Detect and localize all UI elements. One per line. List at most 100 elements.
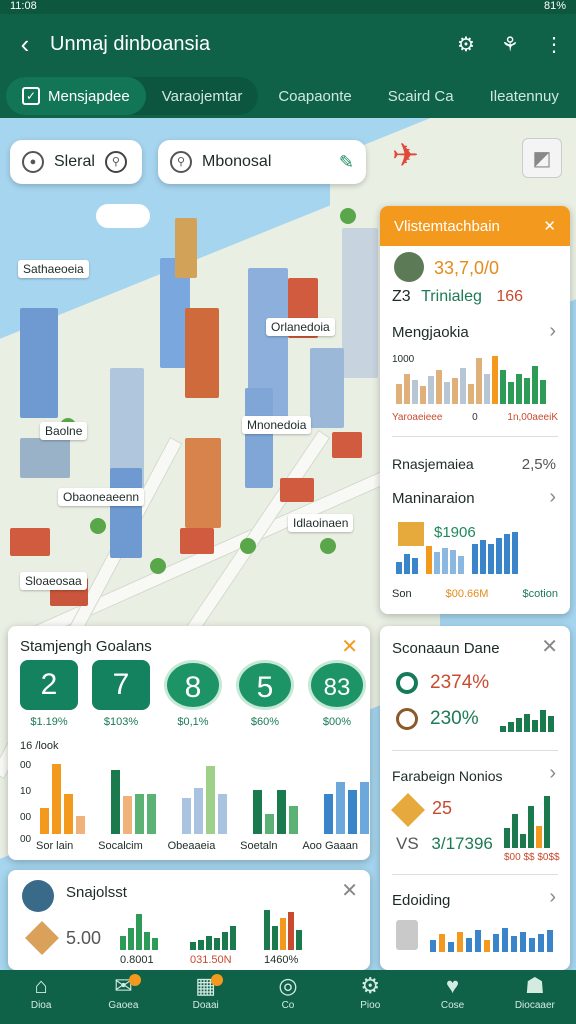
stat-item[interactable]: 2 $1.19%	[20, 660, 78, 728]
notification-badge	[210, 974, 223, 986]
panel-header: Vlistemtachbain ✕	[380, 206, 570, 246]
section-title[interactable]: Maninaraion	[392, 490, 475, 507]
nav-label: Gaoea	[108, 1000, 139, 1011]
profile-title: Snajolsst	[66, 884, 127, 901]
chevron-right-icon[interactable]: ›	[549, 762, 556, 785]
avatar	[22, 880, 54, 912]
chevron-right-icon[interactable]: ›	[549, 486, 556, 509]
map-label[interactable]: Obaoneaeenn	[58, 488, 145, 506]
section-title[interactable]: Mengjaokia	[392, 324, 469, 341]
map-label[interactable]: Idlaoinaen	[288, 514, 354, 532]
subline-c: 166	[496, 288, 524, 305]
checkbox-icon: ✓	[22, 87, 40, 105]
stat-item[interactable]: 5 $60%	[236, 660, 294, 728]
settings-gear-icon[interactable]: ⚙	[444, 32, 488, 57]
tree	[320, 538, 336, 554]
avatar	[394, 252, 424, 282]
map-label[interactable]: Sloaeosaa	[20, 572, 87, 590]
status-time: 11:08	[10, 0, 37, 12]
search-box-right[interactable]: ⚲ Mbonosal ✎	[158, 140, 366, 184]
back-arrow-icon[interactable]: ‹	[0, 29, 50, 60]
building	[332, 432, 362, 458]
chart-label: 0.8001	[120, 954, 154, 966]
gear-icon: ⚙	[360, 973, 381, 998]
y-tick: 10	[20, 786, 32, 797]
network-icon[interactable]: ⚘	[488, 32, 532, 57]
map-label[interactable]: Mnonedoia	[242, 416, 312, 434]
tree	[240, 538, 256, 554]
section-title[interactable]: Edoiding	[392, 892, 450, 909]
tab-coapaonte[interactable]: Coapaonte	[262, 77, 367, 115]
nav-profile[interactable]: ☗ Diocaaer	[494, 970, 576, 1024]
notification-badge	[128, 974, 141, 986]
y-tick: 00	[20, 812, 32, 823]
location-icon: ●	[22, 151, 44, 173]
chevron-right-icon[interactable]: ›	[549, 886, 556, 909]
axis-label: Son	[392, 588, 412, 600]
mini-bar-chart	[120, 914, 158, 950]
stat-percent: $1.19%	[30, 716, 68, 728]
close-icon[interactable]: ✕	[543, 217, 556, 235]
stat-item[interactable]: 7 $103%	[92, 660, 150, 728]
search-box-left[interactable]: ● Sleral ⚲	[10, 140, 142, 184]
nav-label: Co	[281, 1000, 295, 1011]
nav-label: Diocaaer	[514, 1000, 555, 1011]
stat-number: 5	[236, 660, 294, 710]
status-battery: 81%	[543, 0, 566, 12]
home-icon: ⌂	[34, 973, 48, 998]
y-tick: 00	[20, 834, 32, 845]
status-bar: 11:08 81%	[0, 0, 576, 14]
x-label: Soetaln	[240, 840, 278, 852]
tab-scaird[interactable]: Scaird Ca	[372, 77, 470, 115]
subline-a: Z3	[392, 288, 411, 305]
nav-calendar[interactable]: ▦ Doaai	[165, 970, 247, 1024]
stat-item[interactable]: 83 $00%	[308, 660, 366, 728]
progress-ring-icon	[396, 672, 418, 694]
search-right-label: Mbonosal	[202, 153, 272, 170]
divider	[392, 750, 558, 751]
nav-inbox[interactable]: ✉ Gaoea	[82, 970, 164, 1024]
map-label[interactable]: Orlanedoia	[266, 318, 335, 336]
mini-bar-chart	[264, 910, 302, 950]
side-value: 3/17396	[431, 834, 493, 853]
close-icon[interactable]: ✕	[341, 878, 358, 903]
nav-center[interactable]: ◎ Co	[247, 970, 329, 1024]
mini-bar-chart	[504, 792, 550, 848]
nav-favorites[interactable]: ♥ Cose	[411, 970, 493, 1024]
tree	[150, 558, 166, 574]
building	[20, 438, 70, 478]
nav-settings[interactable]: ⚙ Pioo	[329, 970, 411, 1024]
tab-mensjapdee[interactable]: ✓ Mensjapdee	[6, 77, 146, 115]
panel-title: Vlistemtachbain	[394, 217, 500, 235]
nav-label: Doaai	[192, 1000, 219, 1011]
y-tick: 00	[20, 760, 32, 771]
stats-title: Stamjengh Goalans	[20, 638, 152, 655]
side-value: 230%	[430, 708, 479, 729]
close-icon[interactable]: ✕	[541, 634, 558, 659]
edit-icon[interactable]: ✎	[339, 152, 354, 173]
nav-label: Pioo	[360, 1000, 381, 1011]
chevron-right-icon[interactable]: ›	[549, 320, 556, 343]
search-icon[interactable]: ⚲	[104, 151, 127, 173]
more-menu-icon[interactable]: ⋮	[532, 32, 576, 57]
inbox-icon: ✉	[82, 970, 164, 1000]
tab-label: Varaojemtar	[161, 87, 243, 105]
close-icon[interactable]: ✕	[341, 634, 358, 659]
stat-item[interactable]: 8 $0,1%	[164, 660, 222, 728]
tab-varaojemtar[interactable]: Varaojemtar	[146, 77, 259, 115]
x-label: Obeaaeia	[167, 840, 216, 852]
divider	[392, 436, 558, 437]
section-title[interactable]: Farabeign Nonios	[392, 768, 503, 784]
bar-chart	[396, 356, 546, 404]
compass-button[interactable]: ◩	[522, 138, 562, 178]
tab-label: Mensjapdee	[48, 87, 130, 105]
building	[342, 228, 378, 378]
stat-number: 8	[164, 660, 222, 710]
stat-percent: $103%	[103, 716, 139, 728]
map-label[interactable]: Sathaeoeia	[18, 260, 89, 278]
city-map[interactable]: ✈ ◩ ● Sleral ⚲ ⚲ Mbonosal ✎ Sathaeoeia O…	[0, 118, 576, 970]
map-label[interactable]: Baolne	[40, 422, 88, 440]
tab-ileatennuy[interactable]: Ileatennuy	[474, 77, 575, 115]
nav-home[interactable]: ⌂ Dioa	[0, 970, 82, 1024]
document-icon	[396, 920, 418, 950]
